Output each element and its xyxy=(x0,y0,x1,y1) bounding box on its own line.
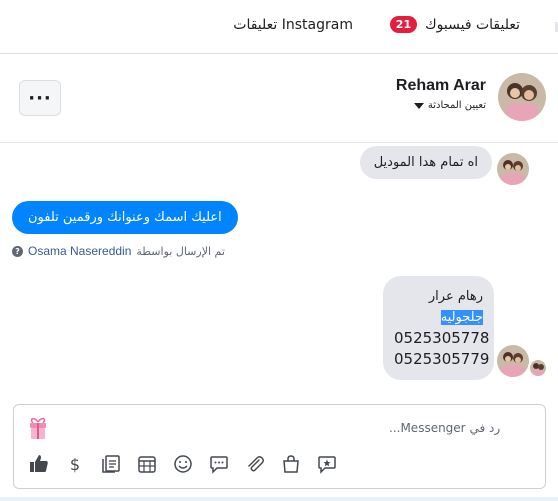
bottom-edge xyxy=(0,497,558,501)
reply-input[interactable]: رد في Messenger... xyxy=(389,421,500,435)
tab-facebook-comments[interactable]: تعليقات فيسبوك 21 xyxy=(389,16,520,33)
sender-avatar xyxy=(497,153,529,185)
svg-text:$: $ xyxy=(70,455,80,474)
chat-bubble-icon[interactable] xyxy=(208,453,230,475)
thumbs-up-icon[interactable] xyxy=(28,453,50,475)
assign-conversation-label: تعيين المحادثة xyxy=(427,100,486,111)
help-icon[interactable]: ? xyxy=(12,245,23,257)
sent-by-info: ? Osama Nasereddin تم الإرسال بواسطة xyxy=(12,244,225,258)
top-tabs: تعليقات فيسبوك 21 تعليقات Instagram xyxy=(0,0,558,54)
attachment-icon[interactable] xyxy=(244,453,266,475)
unread-count-badge: 21 xyxy=(389,16,418,33)
outgoing-message[interactable]: اعليك اسمك وعنوانك ورقمين تلفون xyxy=(12,201,238,234)
sender-avatar xyxy=(497,345,529,377)
caret-down-icon xyxy=(413,102,424,109)
saved-replies-icon[interactable] xyxy=(100,453,122,475)
seen-receipt-avatar xyxy=(530,360,546,376)
assign-conversation-dropdown[interactable]: تعيين المحادثة xyxy=(413,100,486,111)
tab-facebook-label: تعليقات فيسبوك xyxy=(425,16,520,33)
tab-instagram-comments[interactable]: تعليقات Instagram xyxy=(233,17,353,33)
message-line: جلجوليه xyxy=(394,307,483,328)
incoming-message[interactable]: اه تمام هدا الموديل xyxy=(359,146,492,179)
sent-by-name[interactable]: Osama Nasereddin xyxy=(28,244,131,258)
contact-name[interactable]: Reham Arar xyxy=(396,77,486,95)
message-line: رهام عرار xyxy=(428,289,483,304)
shop-bag-icon[interactable] xyxy=(280,453,302,475)
sent-by-prefix: تم الإرسال بواسطة xyxy=(136,244,225,258)
gift-sticker-icon[interactable] xyxy=(28,414,48,442)
incoming-message[interactable]: رهام عرار جلجوليه 0525305778 0525305779 xyxy=(383,276,494,380)
selected-text: جلجوليه xyxy=(440,310,483,325)
more-options-button[interactable]: ··· xyxy=(19,80,61,116)
appointment-icon[interactable] xyxy=(136,453,158,475)
message-composer: رد في Messenger... $ xyxy=(13,404,546,489)
dollar-icon[interactable]: $ xyxy=(64,453,86,475)
message-line: 0525305779 xyxy=(394,350,490,368)
emoji-icon[interactable] xyxy=(172,453,194,475)
conversation-header: ··· Reham Arar تعيين المحادثة xyxy=(0,55,558,143)
sticker-star-icon[interactable] xyxy=(316,453,338,475)
contact-avatar[interactable] xyxy=(498,73,546,121)
message-line: 0525305778 xyxy=(394,329,490,347)
